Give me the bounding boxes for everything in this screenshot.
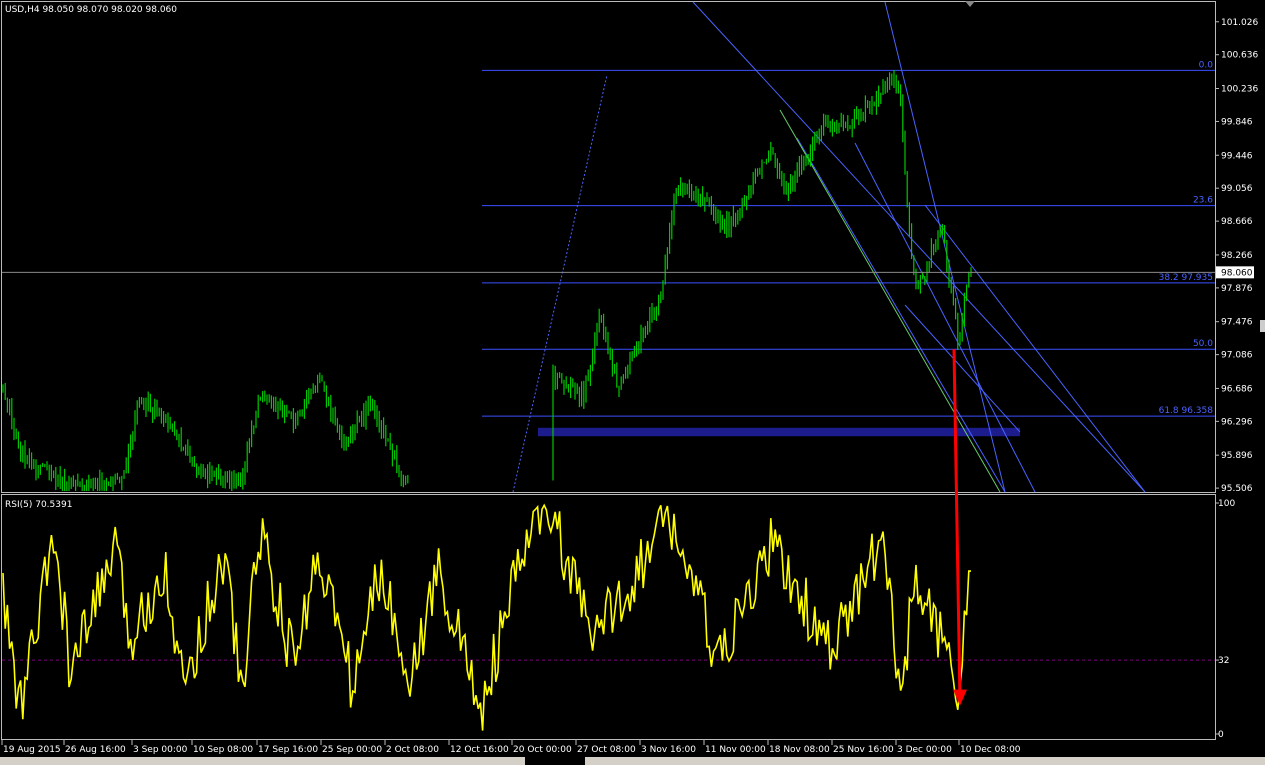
time-tick-label: 10 Sep 08:00 xyxy=(193,745,253,755)
price-tick-label: 95.896 xyxy=(1221,451,1253,461)
price-tick-label: 99.056 xyxy=(1221,184,1253,194)
price-tick-label: 97.086 xyxy=(1221,351,1253,361)
price-tick-label: 98.666 xyxy=(1221,217,1253,227)
price-tick-label: 100.236 xyxy=(1221,85,1258,95)
price-tick-label: 100.636 xyxy=(1221,51,1258,61)
price-tick-label: 96.296 xyxy=(1221,417,1253,427)
price-tick-label: 99.446 xyxy=(1221,151,1253,161)
time-tick-label: 2 Oct 08:00 xyxy=(386,745,439,755)
price-tick-label: 96.686 xyxy=(1221,384,1253,394)
time-tick-label: 12 Oct 16:00 xyxy=(450,745,509,755)
time-tick-label: 27 Oct 08:00 xyxy=(577,745,636,755)
fib-level-label: 50.0 xyxy=(1193,339,1213,349)
time-tick-label: 11 Nov 00:00 xyxy=(705,745,766,755)
fib-level-label: 0.0 xyxy=(1199,60,1214,70)
time-tick-label: 20 Oct 00:00 xyxy=(513,745,572,755)
fib-level-label: 38.2 97.935 xyxy=(1159,273,1213,283)
price-tick-label: 101.026 xyxy=(1221,18,1258,28)
support-zone-layer xyxy=(538,427,1020,437)
time-tick-label: 26 Aug 16:00 xyxy=(65,745,126,755)
trading-chart[interactable]: 0.0 23.6 38.2 97.935 50.0 61.8 96.358 98.060… xyxy=(0,0,1265,765)
fib-level-label: 61.8 96.358 xyxy=(1159,406,1214,416)
support-zone-rectangle[interactable] xyxy=(538,427,1020,437)
price-tick-label: 97.876 xyxy=(1221,284,1253,294)
time-tick-label: 3 Nov 16:00 xyxy=(641,745,696,755)
main-panel-header: USD,H4 98.050 98.070 98.020 98.060 xyxy=(5,5,177,15)
current-price-label: 98.060 xyxy=(1221,268,1253,278)
price-tick-label: 99.846 xyxy=(1221,117,1253,127)
price-tick-label: 95.506 xyxy=(1221,484,1253,494)
chart-background xyxy=(0,0,1265,765)
time-tick-label: 25 Sep 00:00 xyxy=(322,745,382,755)
rsi-tick-label: 32 xyxy=(1218,656,1229,666)
time-tick-label: 25 Nov 16:00 xyxy=(833,745,894,755)
time-tick-label: 10 Dec 08:00 xyxy=(960,745,1021,755)
time-tick-label: 18 Nov 08:00 xyxy=(769,745,830,755)
time-tick-label: 3 Dec 00:00 xyxy=(897,745,952,755)
tab-strip-right[interactable] xyxy=(585,757,1265,765)
time-tick-label: 19 Aug 2015 xyxy=(3,745,61,755)
rsi-tick-label: 0 xyxy=(1218,730,1224,740)
tab-strip-left[interactable] xyxy=(0,757,525,765)
price-axis: 101.026 100.636 100.236 99.846 99.446 99.056 9… xyxy=(1215,18,1258,494)
chart-shift-handle[interactable] xyxy=(1260,320,1265,332)
rsi-tick-label: 100 xyxy=(1218,499,1235,509)
time-tick-label: 3 Sep 00:00 xyxy=(133,745,188,755)
price-tick-label: 97.476 xyxy=(1221,318,1253,328)
price-tick-label: 98.266 xyxy=(1221,251,1253,261)
fib-level-label: 23.6 xyxy=(1193,196,1213,206)
time-tick-label: 17 Sep 16:00 xyxy=(258,745,318,755)
rsi-panel-header: RSI(5) 70.5391 xyxy=(5,500,72,510)
